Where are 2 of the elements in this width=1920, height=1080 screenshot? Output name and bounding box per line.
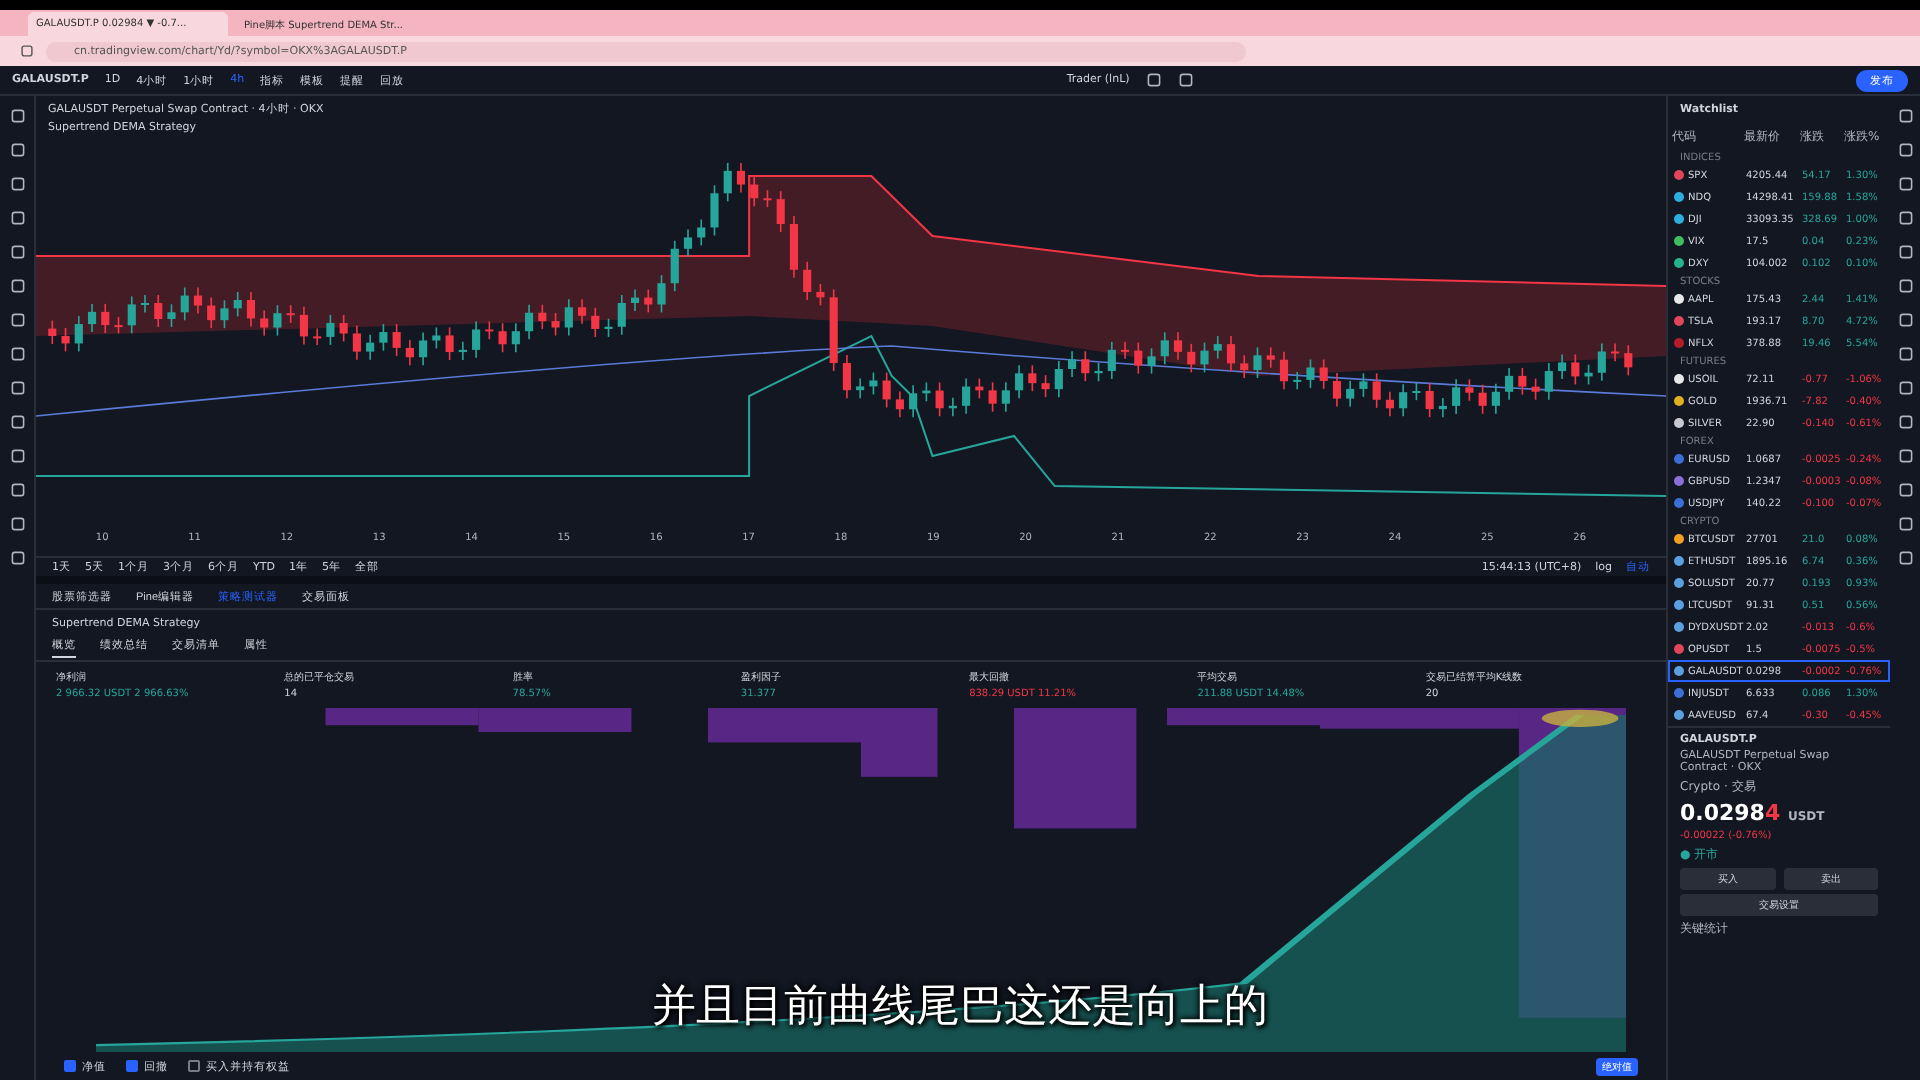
drawdown-bar xyxy=(1014,708,1137,829)
cursor-dot xyxy=(1541,709,1619,727)
